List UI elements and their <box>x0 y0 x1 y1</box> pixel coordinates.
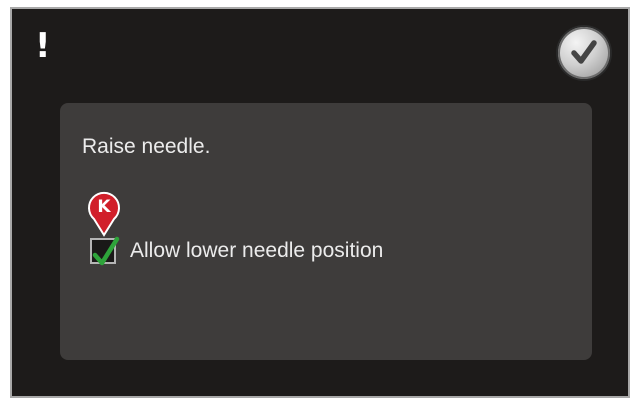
green-check-icon <box>92 236 120 266</box>
dialog-message: Raise needle. <box>82 135 211 158</box>
confirm-button[interactable] <box>558 27 610 79</box>
alert-icon: ! <box>35 26 51 66</box>
lower-needle-checkbox[interactable] <box>90 236 120 266</box>
message-panel: Raise needle. Allow lower needle positio… <box>60 103 592 360</box>
lower-needle-label: Allow lower needle position <box>130 239 384 262</box>
callout-letter: K <box>97 197 111 217</box>
callout-marker-k: K <box>85 191 123 237</box>
checkmark-icon <box>571 40 597 64</box>
lower-needle-option[interactable]: Allow lower needle position <box>90 236 383 266</box>
